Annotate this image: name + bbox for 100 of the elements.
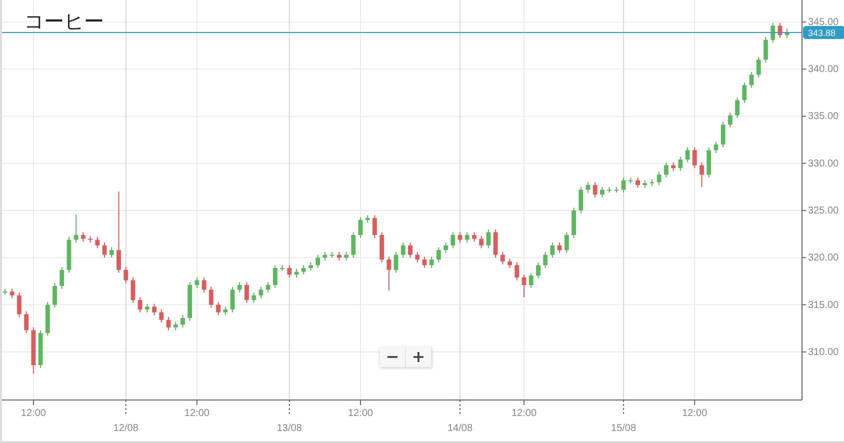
candlestick — [444, 242, 448, 254]
candlestick — [664, 162, 668, 178]
candlestick — [486, 228, 491, 249]
candlestick — [301, 264, 306, 276]
candlestick — [550, 242, 555, 258]
candlestick — [458, 232, 462, 244]
candlestick — [66, 236, 72, 274]
candlestick — [152, 303, 156, 316]
candlestick — [130, 276, 136, 304]
candlestick — [31, 326, 36, 374]
candlestick — [88, 235, 92, 244]
x-tick-label: 12:00 — [682, 408, 708, 419]
candlestick — [415, 252, 420, 263]
y-tick-label: 310.00 — [808, 346, 839, 358]
x-tick-label: 12/08 — [113, 423, 138, 434]
candlestick — [656, 171, 662, 186]
y-tick-label: 330.00 — [808, 158, 839, 170]
candlestick — [642, 180, 648, 188]
candlestick — [166, 316, 171, 331]
x-tick-label: 12:00 — [20, 408, 46, 419]
zoom-out-button[interactable]: − — [380, 347, 406, 367]
candlestick — [2, 288, 8, 295]
candlestick — [564, 232, 569, 254]
x-tick-label: 12:00 — [348, 408, 373, 419]
candlestick — [685, 146, 690, 163]
candlestick — [386, 256, 392, 292]
candlestick — [24, 310, 29, 334]
candlestick — [38, 330, 43, 368]
candlestick — [621, 177, 626, 194]
x-tick-label: 13/08 — [276, 423, 302, 434]
candlestick — [706, 146, 712, 178]
candlestick — [543, 252, 548, 269]
candlestick — [17, 292, 22, 318]
candlestick — [223, 306, 228, 316]
y-tick-label: 320.00 — [808, 252, 839, 264]
candlestick — [557, 242, 562, 254]
candlestick — [194, 276, 200, 288]
candlestick — [742, 82, 747, 104]
candlestick — [607, 186, 612, 194]
candlestick — [365, 214, 370, 224]
candlestick — [472, 232, 476, 242]
candlestick — [422, 256, 427, 269]
candlestick — [692, 146, 697, 169]
candlestick — [280, 264, 284, 272]
candlestick — [237, 282, 242, 294]
candlestick — [700, 162, 704, 188]
candlestick — [322, 252, 328, 261]
candlestick — [778, 22, 782, 38]
candlestick — [508, 258, 512, 269]
candlestick — [500, 252, 505, 265]
candlestick — [720, 121, 726, 148]
candlestick — [266, 282, 270, 294]
candlestick — [45, 301, 50, 336]
candlestick — [408, 242, 412, 258]
candlestick — [650, 178, 654, 186]
candlestick — [536, 262, 540, 279]
candlestick — [216, 301, 220, 316]
candlestick — [671, 162, 676, 172]
x-tick-label: 12:00 — [184, 408, 210, 419]
candlestick — [124, 266, 128, 284]
candlestick — [244, 282, 249, 304]
candlestick — [252, 292, 256, 304]
candlestick — [528, 272, 534, 288]
zoom-in-button[interactable]: + — [406, 347, 432, 367]
candlestick — [230, 286, 235, 313]
candlestick — [74, 214, 78, 244]
candlestick — [636, 177, 640, 188]
candlestick — [344, 252, 348, 261]
candlestick — [572, 207, 576, 238]
y-tick-label: 315.00 — [808, 300, 839, 311]
candlestick — [678, 156, 683, 172]
candlestick — [735, 96, 740, 119]
candlestick — [316, 254, 320, 269]
candlestick — [188, 282, 192, 322]
candlestick — [10, 288, 14, 299]
candlestick — [81, 232, 86, 242]
candlestick — [294, 268, 299, 278]
candlestick — [351, 232, 356, 258]
candlestick — [159, 309, 164, 324]
candlestick — [109, 246, 114, 258]
ref-line-label: 343.88 — [808, 28, 836, 38]
x-tick-label: 12:00 — [512, 408, 537, 419]
candlestick — [600, 186, 604, 198]
candlestick — [586, 182, 590, 194]
candlestick — [592, 182, 598, 198]
candlestick — [60, 266, 64, 290]
candlestick — [202, 276, 206, 294]
candlestick — [336, 252, 342, 261]
y-tick-label: 340.00 — [808, 64, 839, 76]
x-tick-label: 15/08 — [611, 423, 636, 434]
candlestick — [173, 321, 178, 331]
candlestick — [330, 252, 334, 258]
candlestick — [756, 56, 761, 78]
candlestick — [578, 186, 584, 214]
candlestick — [144, 303, 150, 313]
candlestick — [308, 262, 313, 272]
candlestick — [272, 264, 278, 288]
candlestick — [429, 256, 434, 269]
x-tick-label: 14/08 — [448, 423, 473, 434]
candlestick — [514, 262, 520, 281]
